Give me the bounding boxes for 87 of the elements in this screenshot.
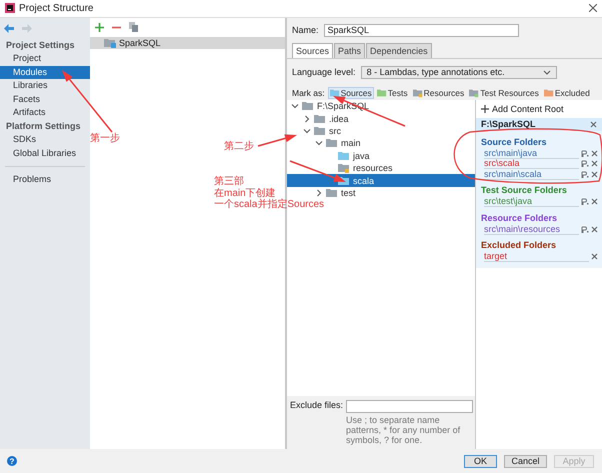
name-label: Name:: [292, 25, 319, 36]
sidebar-item[interactable]: Problems: [0, 173, 90, 187]
folder-path: src\main\resources: [484, 224, 579, 235]
section-heading: Project Settings: [5, 38, 76, 52]
properties-icon[interactable]: [581, 170, 589, 178]
remove-icon[interactable]: [591, 170, 598, 178]
help-button[interactable]: ?: [7, 456, 17, 466]
properties-icon[interactable]: [581, 160, 589, 168]
properties-icon[interactable]: [581, 150, 589, 157]
remove-icon[interactable]: [591, 160, 598, 168]
properties-icon[interactable]: [581, 198, 589, 206]
sidebar-item[interactable]: Libraries: [0, 79, 90, 93]
module-folder-icon: [104, 38, 116, 48]
mark-as-label: Mark as:: [292, 88, 325, 98]
annotation-arrow: [258, 134, 297, 147]
window-title: Project Structure: [19, 2, 94, 14]
add-content-root-link[interactable]: Add Content Root: [492, 104, 564, 114]
sidebar-item[interactable]: Modules: [0, 66, 90, 80]
remove-icon[interactable]: [591, 198, 598, 206]
hint-text: Use ; to separate name patterns, * for any number of symbols, ? for one.: [346, 415, 462, 446]
remove-icon[interactable]: [591, 253, 598, 260]
folder-icon: [338, 150, 350, 161]
tab[interactable]: Sources: [292, 42, 334, 58]
close-icon[interactable]: [589, 4, 597, 12]
properties-icon[interactable]: [581, 226, 589, 233]
exclude-files-field[interactable]: [346, 400, 473, 414]
folder-icon: [314, 114, 326, 124]
folder-icon: [469, 88, 480, 98]
content-root-path: F:\SparkSQL: [481, 119, 536, 130]
folder-group-title: Resource Folders: [480, 212, 558, 224]
copy-icon[interactable]: [129, 22, 138, 32]
language-level-label: Language level:: [292, 67, 356, 78]
folder-icon: [302, 101, 314, 112]
tab[interactable]: Dependencies: [366, 42, 432, 58]
tree-row[interactable]: java: [287, 150, 475, 162]
tree-row[interactable]: test: [287, 186, 475, 200]
folder-icon: [412, 88, 423, 98]
folder-icon: [314, 126, 326, 136]
expand-chevron-icon[interactable]: [303, 114, 311, 123]
dialog-button[interactable]: OK: [464, 454, 497, 468]
sidebar-item[interactable]: Global Libraries: [0, 146, 90, 160]
mark-button[interactable]: Tests: [374, 86, 410, 99]
sidebar-item[interactable]: Facets: [0, 92, 90, 106]
annotation-arrow: [290, 160, 346, 182]
folder-path: src\scala: [484, 158, 579, 170]
tab[interactable]: Paths: [334, 42, 366, 58]
folder-group-title: Source Folders: [480, 136, 548, 148]
folder-path: src\main\scala: [484, 168, 579, 180]
folder-path: src\main\java: [484, 148, 579, 159]
sidebar-item[interactable]: Project: [0, 52, 90, 66]
expand-chevron-icon[interactable]: [315, 188, 323, 197]
module-item[interactable]: SparkSQL: [90, 36, 285, 49]
remove-icon[interactable]: [590, 120, 597, 128]
mark-button[interactable]: Test Resources: [467, 86, 541, 99]
folder-path: src\test\java: [484, 196, 579, 208]
annotation-note: 在main下创建: [214, 188, 276, 198]
mark-button[interactable]: Sources: [328, 86, 374, 99]
tree-row[interactable]: scala: [287, 174, 475, 187]
folder-group-title: Test Source Folders: [480, 184, 568, 196]
collapse-chevron-icon[interactable]: [291, 102, 299, 110]
app-icon: [5, 3, 15, 14]
language-level-dropdown[interactable]: 8 - Lambdas, type annotations etc.: [360, 66, 557, 79]
annotation-note: 第一步: [90, 133, 120, 144]
tree-row[interactable]: src: [287, 124, 475, 138]
folder-path: target: [484, 251, 589, 262]
section-heading: Platform Settings: [5, 120, 82, 133]
mark-button[interactable]: Excluded: [542, 86, 592, 99]
folder-icon: [326, 138, 338, 148]
dialog-button[interactable]: Cancel: [504, 454, 547, 468]
add-icon[interactable]: [481, 104, 489, 113]
mark-button[interactable]: Resources: [410, 86, 466, 99]
folder-group-title: Excluded Folders: [480, 239, 558, 252]
annotation-note: 第三部: [214, 176, 244, 188]
annotation-note: 第二步: [224, 141, 254, 152]
back-icon[interactable]: [4, 24, 14, 33]
tree-row[interactable]: resources: [287, 162, 475, 174]
folder-icon: [338, 163, 350, 174]
name-field[interactable]: SparkSQL: [324, 24, 519, 37]
annotation-note: 一个scala并指定Sources: [214, 199, 324, 210]
exclude-files-label: Exclude files:: [290, 400, 344, 412]
tree-row[interactable]: main: [287, 137, 475, 150]
sidebar-item[interactable]: SDKs: [0, 133, 90, 147]
tree-row[interactable]: .idea: [287, 112, 475, 125]
sidebar-item[interactable]: Artifacts: [0, 106, 90, 120]
chevron-down-icon: [542, 70, 551, 75]
remove-icon[interactable]: [591, 226, 598, 233]
remove-icon[interactable]: [591, 150, 598, 157]
